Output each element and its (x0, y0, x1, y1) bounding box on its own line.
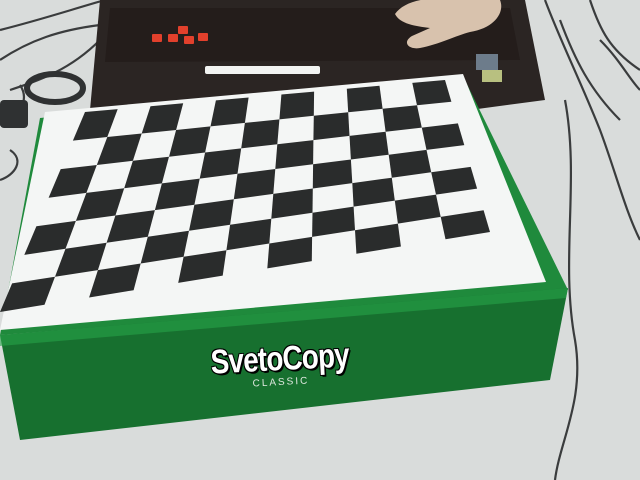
checker-square (346, 85, 383, 113)
checker-square (279, 91, 315, 120)
touchpad-light (205, 66, 320, 74)
checker-square (241, 119, 280, 149)
checker-square (382, 105, 422, 132)
checker-square (349, 131, 389, 160)
checker-square (313, 112, 350, 141)
checker-square (199, 148, 242, 179)
checker-square (412, 80, 452, 106)
box-brand-name: SvetoCopy (209, 336, 350, 382)
adapter-block (0, 100, 28, 128)
laptop-sticker-1 (476, 54, 498, 70)
checker-square (210, 97, 249, 127)
laptop-sticker-2 (482, 70, 502, 82)
checker-square (275, 140, 314, 169)
photo-scene (0, 0, 640, 480)
box-logo: SvetoCopy CLASSIC (189, 335, 371, 392)
